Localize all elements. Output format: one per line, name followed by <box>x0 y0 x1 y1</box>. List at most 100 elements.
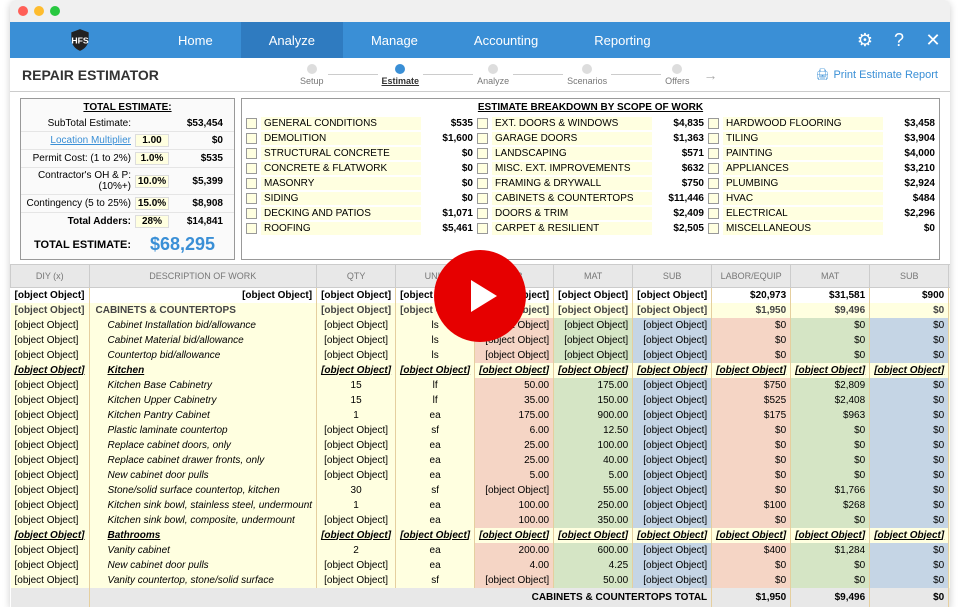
estimate-pct-input[interactable]: 15.0% <box>135 197 169 210</box>
scope-item-name[interactable]: FRAMING & DRYWALL <box>492 177 652 190</box>
zoom-dot[interactable] <box>50 6 60 16</box>
scope-item-name[interactable]: ELECTRICAL <box>723 207 883 220</box>
step-estimate[interactable]: Estimate <box>382 64 420 86</box>
table-cell: ea <box>396 513 475 528</box>
scope-checkbox[interactable] <box>477 223 488 234</box>
close-dot[interactable] <box>18 6 28 16</box>
scope-item-name[interactable]: SIDING <box>261 192 421 205</box>
nav-accounting[interactable]: Accounting <box>446 22 566 58</box>
scope-checkbox[interactable] <box>708 118 719 129</box>
table-cell: $0 <box>949 288 950 303</box>
table-cell: $0 <box>870 498 949 513</box>
table-cell: [object Object] <box>712 363 791 378</box>
close-icon[interactable]: ✕ <box>916 22 950 58</box>
scope-checkbox[interactable] <box>477 178 488 189</box>
column-header[interactable]: LABOR/EQUIP <box>712 265 791 288</box>
table-cell: [object Object] <box>475 363 554 378</box>
step-scenarios[interactable]: Scenarios <box>567 64 607 86</box>
table-cell: [object Object] <box>11 558 90 573</box>
scope-checkbox[interactable] <box>708 193 719 204</box>
column-header[interactable]: SUB <box>633 265 712 288</box>
table-cell: [object Object] <box>475 348 554 363</box>
scope-checkbox[interactable] <box>477 133 488 144</box>
scope-item-name[interactable]: LANDSCAPING <box>492 147 652 160</box>
nav-home[interactable]: Home <box>150 22 241 58</box>
scope-item-name[interactable]: GENERAL CONDITIONS <box>261 117 421 130</box>
gear-icon[interactable]: ⚙ <box>848 22 882 58</box>
scope-checkbox[interactable] <box>246 193 257 204</box>
column-header[interactable]: DESCRIPTION OF WORK <box>89 265 317 288</box>
table-cell: $31,581 <box>791 288 870 303</box>
scope-checkbox[interactable] <box>246 208 257 219</box>
scope-item-name[interactable]: APPLIANCES <box>723 162 883 175</box>
scope-item-name[interactable]: PLUMBING <box>723 177 883 190</box>
table-cell: 5.00 <box>475 468 554 483</box>
scope-item-name[interactable]: EXT. DOORS & WINDOWS <box>492 117 652 130</box>
scope-checkbox[interactable] <box>246 118 257 129</box>
table-cell: 175.00 <box>554 378 633 393</box>
scope-checkbox[interactable] <box>708 133 719 144</box>
scope-item-name[interactable]: GARAGE DOORS <box>492 132 652 145</box>
scope-item-name[interactable]: CABINETS & COUNTERTOPS <box>492 192 652 205</box>
column-header[interactable]: DIY (x) <box>11 265 90 288</box>
table-cell: $0 <box>949 558 950 573</box>
estimate-pct-input[interactable]: 10.0% <box>135 175 169 188</box>
scope-item-name[interactable]: DEMOLITION <box>261 132 421 145</box>
nav-reporting[interactable]: Reporting <box>566 22 678 58</box>
table-cell: [object Object] <box>317 513 396 528</box>
step-analyze[interactable]: Analyze <box>477 64 509 86</box>
scope-checkbox[interactable] <box>708 223 719 234</box>
scope-checkbox[interactable] <box>477 208 488 219</box>
scope-item-name[interactable]: MASONRY <box>261 177 421 190</box>
scope-checkbox[interactable] <box>708 163 719 174</box>
scope-item-name[interactable]: CONCRETE & FLATWORK <box>261 162 421 175</box>
scope-item-amount: $571 <box>656 148 704 159</box>
estimate-pct-input[interactable]: 1.0% <box>135 152 169 165</box>
table-cell: $0 <box>949 348 950 363</box>
scope-checkbox[interactable] <box>477 163 488 174</box>
column-header[interactable]: SUB <box>870 265 949 288</box>
scope-item-name[interactable]: CARPET & RESILIENT <box>492 222 652 235</box>
scope-checkbox[interactable] <box>477 148 488 159</box>
table-cell: ea <box>396 453 475 468</box>
scope-checkbox[interactable] <box>708 178 719 189</box>
column-header[interactable]: MAT <box>791 265 870 288</box>
scope-checkbox[interactable] <box>246 133 257 144</box>
step-setup[interactable]: Setup <box>300 64 324 86</box>
estimate-row-label[interactable]: Location Multiplier <box>25 135 135 146</box>
scope-item-name[interactable]: MISCELLANEOUS <box>723 222 883 235</box>
table-cell: $400 <box>712 543 791 558</box>
scope-checkbox[interactable] <box>246 148 257 159</box>
step-offers[interactable]: Offers <box>665 64 689 86</box>
table-cell: $0 <box>949 393 950 408</box>
estimate-pct-input[interactable]: 28% <box>135 215 169 228</box>
scope-checkbox[interactable] <box>708 208 719 219</box>
scope-item-name[interactable]: ROOFING <box>261 222 421 235</box>
scope-item-name[interactable]: MISC. EXT. IMPROVEMENTS <box>492 162 652 175</box>
play-video-button[interactable] <box>434 250 526 342</box>
column-header[interactable]: MAT <box>554 265 633 288</box>
minimize-dot[interactable] <box>34 6 44 16</box>
scope-checkbox[interactable] <box>477 193 488 204</box>
scope-item-name[interactable]: HVAC <box>723 192 883 205</box>
scope-item-name[interactable]: PAINTING <box>723 147 883 160</box>
estimate-pct-input[interactable]: 1.00 <box>135 134 169 147</box>
table-cell: Countertop bid/allowance <box>89 348 317 363</box>
scope-item-name[interactable]: TILING <box>723 132 883 145</box>
scope-item-name[interactable]: HARDWOOD FLOORING <box>723 117 883 130</box>
scope-checkbox[interactable] <box>708 148 719 159</box>
table-cell: $0 <box>870 348 949 363</box>
nav-manage[interactable]: Manage <box>343 22 446 58</box>
scope-item-name[interactable]: DOORS & TRIM <box>492 207 652 220</box>
scope-item-name[interactable]: STRUCTURAL CONCRETE <box>261 147 421 160</box>
scope-item-name[interactable]: DECKING AND PATIOS <box>261 207 421 220</box>
nav-analyze[interactable]: Analyze <box>241 22 343 58</box>
help-icon[interactable]: ? <box>882 22 916 58</box>
print-report-button[interactable]: 🖨 Print Estimate Report <box>815 68 938 81</box>
column-header[interactable]: QTY <box>317 265 396 288</box>
column-header[interactable]: DIY SAVINGS <box>949 265 950 288</box>
scope-checkbox[interactable] <box>246 223 257 234</box>
scope-checkbox[interactable] <box>246 163 257 174</box>
scope-checkbox[interactable] <box>246 178 257 189</box>
scope-checkbox[interactable] <box>477 118 488 129</box>
